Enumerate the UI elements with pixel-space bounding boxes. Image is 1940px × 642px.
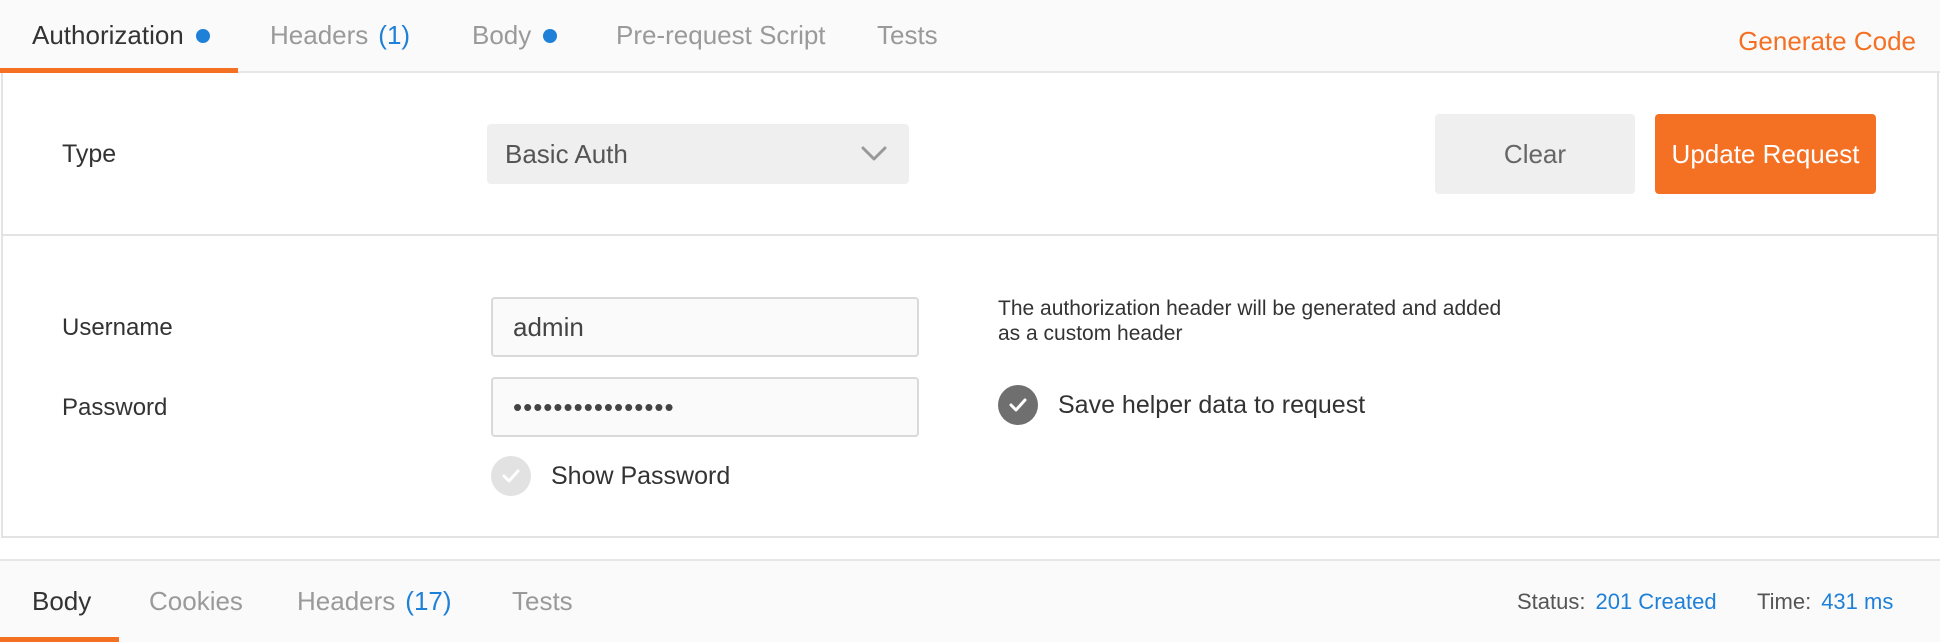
checkmark-icon: [491, 456, 531, 496]
status-key: Status:: [1517, 588, 1586, 614]
response-tab-cookies[interactable]: Cookies: [149, 561, 243, 642]
response-tab-body[interactable]: Body: [0, 561, 120, 642]
response-tab-cookies-label: Cookies: [149, 586, 243, 616]
tab-pre-request-label: Pre-request Script: [616, 20, 826, 50]
tab-pre-request-script[interactable]: Pre-request Script: [616, 0, 826, 71]
modified-dot-icon: [195, 28, 210, 43]
checkmark-icon: [998, 385, 1038, 425]
response-tab-headers-label: Headers: [297, 586, 396, 616]
response-tab-bar: Body Cookies Headers (17) Tests Status: …: [0, 559, 1940, 642]
tab-authorization[interactable]: Authorization: [0, 0, 238, 73]
authorization-helper-note: The authorization header will be generat…: [998, 297, 1502, 345]
generate-code-link[interactable]: Generate Code: [1738, 0, 1916, 82]
tab-headers-label: Headers: [270, 20, 369, 50]
password-input[interactable]: [491, 377, 919, 437]
auth-type-select[interactable]: Basic Auth: [487, 124, 909, 184]
tab-tests-label: Tests: [877, 20, 938, 50]
type-label: Type: [62, 140, 117, 168]
show-password-checkbox[interactable]: Show Password: [491, 456, 730, 496]
tab-body[interactable]: Body: [472, 0, 558, 71]
tab-tests[interactable]: Tests: [877, 0, 938, 71]
auth-type-value: Basic Auth: [505, 138, 628, 169]
response-tab-headers[interactable]: Headers (17): [297, 561, 452, 642]
response-status: Status: 201 Created: [1517, 561, 1717, 642]
response-time: Time: 431 ms: [1757, 561, 1893, 642]
response-tab-body-label: Body: [32, 586, 92, 616]
time-value[interactable]: 431 ms: [1821, 589, 1893, 615]
tab-authorization-label: Authorization: [32, 20, 184, 50]
request-tab-bar: Authorization Headers (1) Body Pre-reque…: [0, 0, 1940, 73]
response-tab-tests-label: Tests: [512, 586, 573, 616]
username-input[interactable]: [491, 297, 919, 357]
tab-headers[interactable]: Headers (1): [270, 0, 410, 71]
active-tab-indicator: [0, 637, 120, 642]
username-label: Username: [62, 314, 173, 341]
save-helper-data-checkbox[interactable]: Save helper data to request: [998, 385, 1365, 425]
show-password-label: Show Password: [551, 461, 731, 490]
response-tab-tests[interactable]: Tests: [512, 561, 573, 642]
clear-button[interactable]: Clear: [1435, 114, 1635, 194]
response-tab-headers-count: (17): [405, 586, 452, 616]
section-divider: [1, 234, 1939, 236]
time-key: Time:: [1757, 588, 1812, 614]
status-value[interactable]: 201 Created: [1595, 589, 1716, 615]
update-request-button[interactable]: Update Request: [1655, 114, 1876, 194]
password-label: Password: [62, 394, 168, 421]
tab-headers-count: (1): [378, 20, 411, 50]
authorization-panel: [1, 73, 1939, 538]
modified-dot-icon: [543, 28, 558, 43]
tab-body-label: Body: [472, 20, 532, 50]
chevron-down-icon: [861, 146, 887, 161]
save-helper-data-label: Save helper data to request: [1058, 390, 1366, 419]
